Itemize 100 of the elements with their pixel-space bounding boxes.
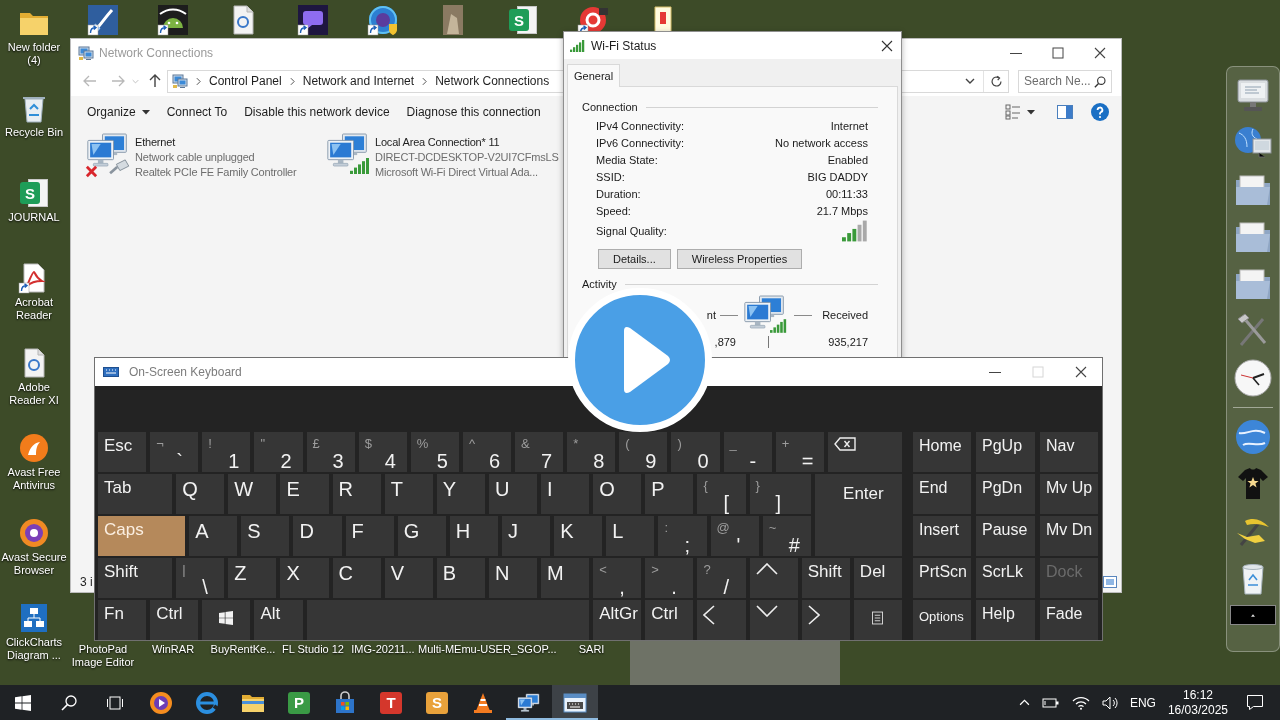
desktop-icon-label[interactable]: IMG-20211... (351, 643, 415, 669)
keyboard-key[interactable]: Fn (98, 600, 147, 640)
keyboard-key[interactable] (801, 600, 850, 640)
keyboard-key[interactable]: } ] (749, 474, 811, 514)
keyboard-key[interactable]: £ 3 (306, 432, 355, 472)
desktop-icon-label[interactable]: PhotoPad Image Editor (71, 643, 135, 669)
diagram-icon[interactable] (18, 602, 50, 634)
keyboard-key[interactable]: + = (775, 432, 824, 472)
toolbar-button[interactable]: Diagnose this connection (406, 105, 541, 119)
app-icon[interactable] (18, 432, 50, 464)
keyboard-key[interactable]: AltGr (593, 600, 642, 640)
app-icon[interactable] (18, 517, 50, 549)
robot-icon[interactable] (157, 4, 189, 36)
battery-icon[interactable] (1041, 696, 1060, 709)
keyboard-key[interactable]: * 8 (567, 432, 616, 472)
keyboard-key[interactable]: Enter (814, 474, 902, 556)
chevron-down-icon[interactable] (965, 78, 975, 84)
speaker-icon[interactable] (1101, 694, 1118, 711)
keyboard-key[interactable]: A (189, 516, 238, 556)
keyboard-key[interactable]: Alt (254, 600, 303, 640)
keyboard-key[interactable]: J (502, 516, 551, 556)
taskbar-button[interactable]: T (368, 685, 414, 720)
keyboard-key[interactable]: < , (593, 558, 642, 598)
clock-icon[interactable] (1233, 358, 1273, 398)
keyboard-key[interactable]: & 7 (515, 432, 564, 472)
keyboard-key[interactable]: L (606, 516, 655, 556)
keyboard-key[interactable]: Shift (98, 558, 173, 598)
keyboard-key[interactable]: E (280, 474, 329, 514)
search-icon[interactable] (61, 694, 77, 711)
desktop-icon-label[interactable]: Acrobat Reader (15, 296, 53, 322)
breadcrumb[interactable]: Network Connections (435, 74, 550, 88)
keyboard-key[interactable]: ? / (697, 558, 746, 598)
desktop-icon-label[interactable]: New folder (4) (7, 41, 61, 67)
keyboard-key[interactable]: H (449, 516, 498, 556)
keyboard-key[interactable]: R (332, 474, 381, 514)
keyboard-key[interactable]: C (332, 558, 381, 598)
keyboard-key[interactable]: @ ' (710, 516, 759, 556)
keyboard-key[interactable]: D (293, 516, 342, 556)
keyboard-key[interactable]: Del (853, 558, 902, 598)
dialog-button[interactable]: Details... (598, 249, 671, 269)
keyboard-key[interactable]: T (384, 474, 433, 514)
keyboard-key[interactable]: Fade (1040, 600, 1098, 640)
clock-time[interactable]: 16:12 (1182, 687, 1213, 703)
task-view-icon[interactable] (106, 694, 124, 711)
search-icon[interactable] (1094, 75, 1106, 88)
keyboard-key[interactable]: Ctrl (150, 600, 199, 640)
preview-pane-icon[interactable] (1057, 105, 1073, 119)
keyboard-key[interactable]: > . (645, 558, 694, 598)
close-icon[interactable] (1094, 46, 1106, 59)
keyboard-key[interactable]: I (541, 474, 590, 514)
keyboard-key[interactable]: Tab (98, 474, 173, 514)
windows-logo-icon[interactable] (15, 694, 31, 711)
desktop-icon-label[interactable]: BuyRentKe... (210, 643, 276, 669)
desktop-icon-label[interactable]: Recycle Bin (4, 126, 64, 139)
keyboard-key[interactable]: ~ # (762, 516, 811, 556)
chat-icon[interactable] (297, 4, 329, 36)
tab[interactable]: General (567, 64, 621, 87)
close-icon[interactable] (881, 39, 893, 52)
window-thumbnail[interactable] (1230, 605, 1276, 625)
globe-icon[interactable] (1233, 417, 1273, 457)
brush-icon[interactable] (87, 4, 119, 36)
keyboard-key[interactable]: K (554, 516, 603, 556)
dialog-button[interactable]: Wireless Properties (676, 249, 803, 269)
connection-name[interactable]: Local Area Connection* 11 (375, 135, 559, 150)
keyboard-key[interactable]: Options (913, 600, 971, 640)
desktop-icon-label[interactable]: Multi-MEmu-USER_SGOP... (418, 643, 557, 669)
keyboard-key[interactable]: _ - (723, 432, 772, 472)
desktop-icon-label[interactable]: Avast Secure Browser (1, 551, 67, 577)
taskbar-button[interactable]: P (276, 685, 322, 720)
keyboard-key[interactable]: Help (976, 600, 1035, 640)
toolbar-button[interactable]: Connect To (166, 105, 228, 119)
keyboard-key[interactable]: P (645, 474, 694, 514)
keyboard-key[interactable]: Q (176, 474, 225, 514)
keyboard-key[interactable]: : ; (658, 516, 707, 556)
breadcrumb[interactable]: Control Panel (209, 74, 282, 88)
keyboard-key[interactable]: PrtScn (913, 558, 971, 598)
large-icons-view-icon[interactable] (1103, 576, 1117, 588)
keyboard-key[interactable]: | \ (176, 558, 225, 598)
caret-icon[interactable] (1027, 109, 1035, 115)
desktop-icon-label[interactable]: Avast Free Antivirus (7, 466, 61, 492)
chevron-right-icon[interactable] (422, 76, 428, 86)
keyboard-key[interactable]: Mv Dn (1040, 516, 1098, 556)
keyboard-key[interactable]: Shift (801, 558, 850, 598)
desktop-icon-label[interactable]: Adobe Reader XI (9, 381, 59, 407)
desktop-icon-label[interactable]: JOURNAL (8, 211, 60, 224)
keyboard-key[interactable]: Ctrl (645, 600, 694, 640)
keyboard-key[interactable] (827, 432, 902, 472)
keyboard-key[interactable] (749, 558, 798, 598)
keyboard-key[interactable]: B (436, 558, 485, 598)
up-arrow-icon[interactable] (149, 74, 161, 88)
keyboard-key[interactable]: Esc (98, 432, 147, 472)
keyboard-key[interactable]: Home (913, 432, 971, 472)
desktop-icon-label[interactable]: FL Studio 12 (282, 643, 344, 669)
keyboard-key[interactable]: ) 0 (671, 432, 720, 472)
keyboard-key[interactable]: X (280, 558, 329, 598)
keyboard-key[interactable]: $ 4 (358, 432, 407, 472)
connection-name[interactable]: Ethernet (135, 135, 297, 150)
keyboard-key[interactable]: Insert (913, 516, 971, 556)
keyboard-key[interactable]: Pause (976, 516, 1035, 556)
keyboard-key[interactable]: U (488, 474, 538, 514)
